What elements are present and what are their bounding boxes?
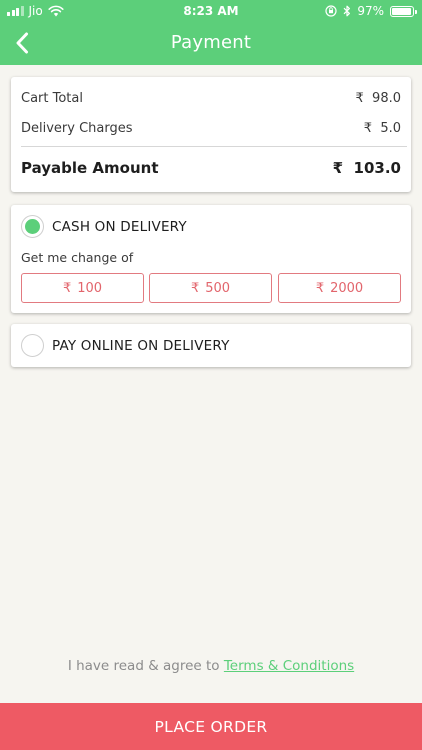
delivery-charges-row: Delivery Charges ₹ 5.0 bbox=[21, 121, 401, 136]
cart-total-value: 98.0 bbox=[372, 91, 401, 106]
battery-fill bbox=[392, 7, 412, 15]
payable-amount-label: Payable Amount bbox=[21, 159, 159, 177]
change-amount: 100 bbox=[77, 280, 103, 296]
battery-percent: 97% bbox=[357, 4, 384, 18]
cart-total-amount: ₹ 98.0 bbox=[356, 91, 402, 106]
payable-amount-value: 103.0 bbox=[353, 159, 401, 177]
online-label: PAY ONLINE ON DELIVERY bbox=[52, 338, 230, 354]
change-amount: 2000 bbox=[330, 280, 364, 296]
place-order-label: PLACE ORDER bbox=[154, 717, 268, 736]
currency-symbol: ₹ bbox=[190, 280, 200, 296]
status-bar: Jio 8:23 AM 97% bbox=[0, 0, 422, 22]
currency-symbol: ₹ bbox=[363, 121, 373, 136]
app-header: Payment bbox=[0, 22, 422, 65]
cod-label: CASH ON DELIVERY bbox=[52, 219, 187, 235]
terms-link[interactable]: Terms & Conditions bbox=[224, 658, 354, 674]
change-2000-button[interactable]: ₹ 2000 bbox=[278, 273, 401, 303]
summary-divider bbox=[21, 146, 407, 147]
status-right: 97% bbox=[325, 4, 417, 18]
terms-prefix: I have read & agree to bbox=[67, 658, 220, 674]
cart-total-row: Cart Total ₹ 98.0 bbox=[21, 91, 401, 106]
terms-text: I have read & agree to Terms & Condition… bbox=[0, 658, 422, 674]
payable-amount: ₹ 103.0 bbox=[333, 159, 401, 177]
online-radio[interactable] bbox=[21, 334, 44, 357]
delivery-charges-label: Delivery Charges bbox=[21, 121, 133, 136]
change-500-button[interactable]: ₹ 500 bbox=[149, 273, 272, 303]
battery-icon bbox=[390, 5, 417, 17]
orientation-lock-icon bbox=[325, 5, 337, 17]
change-100-button[interactable]: ₹ 100 bbox=[21, 273, 144, 303]
currency-symbol: ₹ bbox=[62, 280, 72, 296]
delivery-charges-value: 5.0 bbox=[380, 121, 401, 136]
currency-symbol: ₹ bbox=[315, 280, 325, 296]
cart-total-label: Cart Total bbox=[21, 91, 83, 106]
order-summary-card: Cart Total ₹ 98.0 Delivery Charges ₹ 5.0… bbox=[11, 77, 411, 192]
place-order-button[interactable]: PLACE ORDER bbox=[0, 703, 422, 750]
cod-radio[interactable] bbox=[21, 215, 44, 238]
bluetooth-icon bbox=[343, 5, 351, 17]
top-bar: Jio 8:23 AM 97% Payment bbox=[0, 0, 422, 65]
page-title: Payment bbox=[170, 32, 252, 53]
currency-symbol: ₹ bbox=[332, 159, 344, 177]
change-label: Get me change of bbox=[21, 250, 134, 265]
payable-amount-row: Payable Amount ₹ 103.0 bbox=[21, 159, 401, 177]
radio-selected-dot bbox=[25, 219, 40, 234]
pay-online-card[interactable]: PAY ONLINE ON DELIVERY bbox=[11, 324, 411, 367]
delivery-charges-amount: ₹ 5.0 bbox=[364, 121, 401, 136]
cash-on-delivery-card[interactable]: CASH ON DELIVERY Get me change of ₹ 100 … bbox=[11, 205, 411, 313]
change-amount: 500 bbox=[205, 280, 231, 296]
currency-symbol: ₹ bbox=[355, 91, 364, 106]
